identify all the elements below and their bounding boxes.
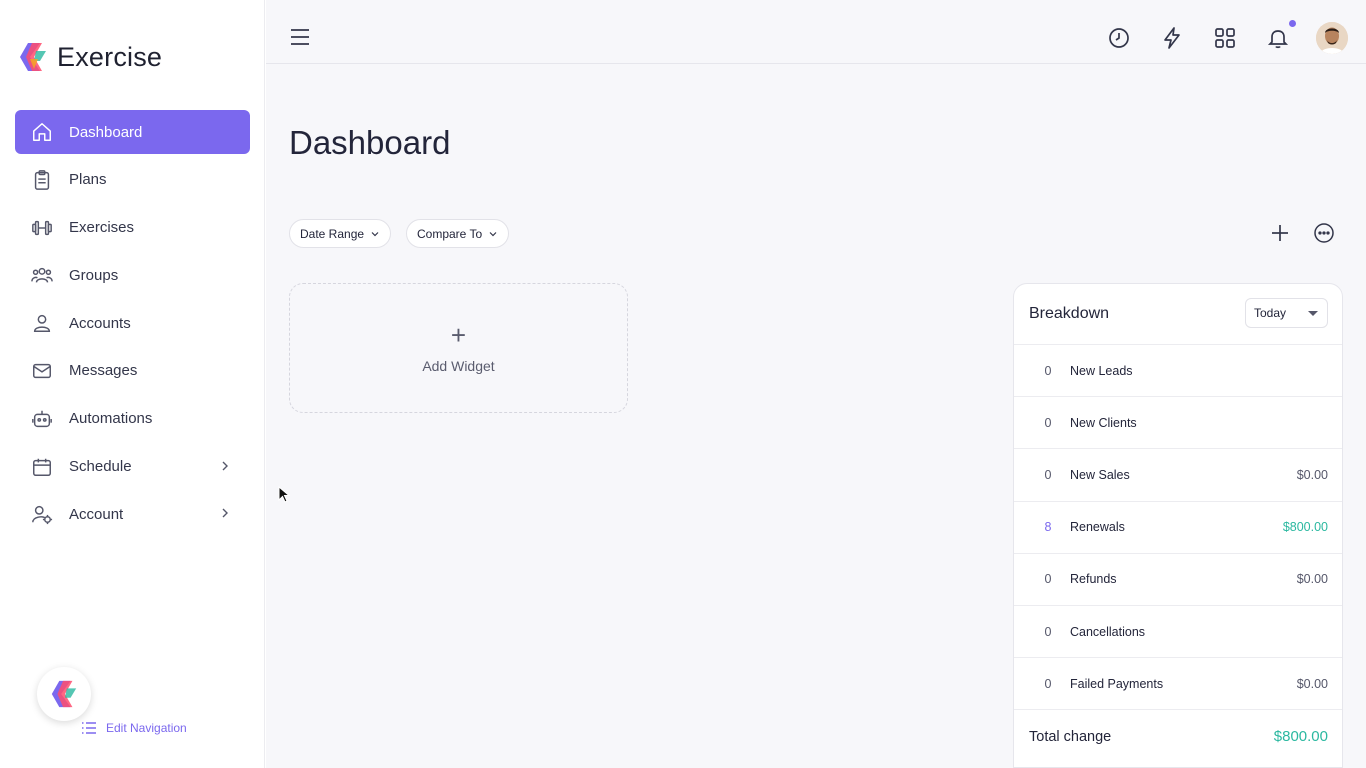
robot-icon — [30, 407, 54, 431]
calendar-icon — [30, 455, 54, 479]
clipboard-icon — [30, 168, 54, 192]
row-count: 0 — [1044, 676, 1052, 691]
sidebar-item-account[interactable]: Account — [15, 492, 250, 536]
list-icon — [82, 722, 96, 734]
brand-name: Exercise — [57, 41, 163, 72]
more-options-icon[interactable] — [1313, 222, 1335, 244]
main-content: Dashboard Date Range Compare To + Add Wi… — [266, 0, 1366, 768]
mail-icon — [30, 359, 54, 383]
mouse-cursor-icon — [278, 486, 290, 503]
compare-to-filter[interactable]: Compare To — [406, 219, 510, 248]
row-label: Cancellations — [1070, 624, 1146, 639]
sidebar-item-label: Schedule — [69, 458, 132, 476]
page-title: Dashboard — [289, 124, 451, 161]
apps-grid-icon[interactable] — [1213, 26, 1237, 50]
avatar[interactable] — [1316, 22, 1348, 54]
brand-logo-icon — [51, 680, 77, 708]
row-count: 0 — [1044, 415, 1052, 430]
lightning-icon[interactable] — [1160, 26, 1184, 50]
breakdown-row-failed-payments[interactable]: 0 Failed Payments $0.00 — [1014, 657, 1342, 709]
period-value: Today — [1254, 306, 1287, 320]
breakdown-row-new-sales[interactable]: 0 New Sales $0.00 — [1014, 448, 1342, 500]
sidebar-item-accounts[interactable]: Accounts — [15, 301, 250, 345]
row-count: 8 — [1044, 520, 1052, 535]
caret-down-icon — [1308, 311, 1318, 316]
row-amount: $0.00 — [1296, 467, 1328, 482]
top-bar — [266, 12, 1366, 64]
sidebar-item-exercises[interactable]: Exercises — [15, 206, 250, 250]
sidebar-item-label: Exercises — [69, 219, 135, 237]
row-count: 0 — [1044, 624, 1052, 639]
sidebar-item-label: Groups — [69, 266, 119, 284]
add-icon[interactable] — [1269, 222, 1291, 244]
sidebar-item-schedule[interactable]: Schedule — [15, 445, 250, 489]
sidebar-item-label: Dashboard — [69, 123, 143, 141]
breakdown-card: Breakdown Today 0 New Leads 0 New Client… — [1013, 283, 1343, 768]
menu-icon[interactable] — [290, 26, 310, 48]
home-icon — [30, 120, 54, 144]
chevron-right-icon — [222, 461, 228, 471]
sidebar-item-messages[interactable]: Messages — [15, 349, 250, 393]
sidebar-item-dashboard[interactable]: Dashboard — [15, 110, 250, 154]
row-label: New Sales — [1070, 467, 1130, 482]
chevron-down-icon — [371, 231, 379, 236]
sidebar-nav: Dashboard Plans Exercises Groups Account… — [15, 110, 250, 540]
sidebar-item-groups[interactable]: Groups — [15, 253, 250, 297]
period-select[interactable]: Today — [1245, 298, 1328, 328]
row-amount: $0.00 — [1296, 676, 1328, 691]
help-launcher-button[interactable] — [37, 667, 91, 721]
user-settings-icon — [30, 502, 54, 526]
sidebar-item-label: Accounts — [69, 314, 131, 332]
date-range-filter[interactable]: Date Range — [289, 219, 392, 248]
breakdown-title: Breakdown — [1029, 305, 1110, 322]
chevron-right-icon — [222, 508, 228, 518]
breakdown-row-new-leads[interactable]: 0 New Leads — [1014, 344, 1342, 396]
users-icon — [30, 263, 54, 287]
row-label: Refunds — [1070, 572, 1117, 587]
history-icon[interactable] — [1107, 26, 1131, 50]
sidebar-item-automations[interactable]: Automations — [15, 397, 250, 441]
dumbbell-icon — [30, 216, 54, 240]
add-widget-label: Add Widget — [422, 358, 495, 374]
row-amount: $0.00 — [1296, 572, 1328, 587]
row-count: 0 — [1044, 467, 1052, 482]
sidebar-item-label: Plans — [69, 171, 107, 189]
sidebar: Exercise Dashboard Plans Exercises Group… — [0, 0, 265, 768]
row-label: New Leads — [1070, 363, 1133, 378]
breakdown-row-renewals[interactable]: 8 Renewals $800.00 — [1014, 500, 1342, 553]
row-label: New Clients — [1070, 415, 1137, 430]
notification-badge — [1289, 20, 1296, 27]
breakdown-rows: 0 New Leads 0 New Clients 0 New Sales $0… — [1014, 344, 1342, 709]
plus-icon: + — [450, 320, 467, 350]
breakdown-row-refunds[interactable]: 0 Refunds $0.00 — [1014, 552, 1342, 605]
user-icon — [30, 311, 54, 335]
breakdown-row-cancellations[interactable]: 0 Cancellations — [1014, 604, 1342, 657]
sidebar-item-label: Automations — [69, 410, 153, 428]
row-amount: $800.00 — [1282, 520, 1328, 535]
edit-navigation-label: Edit Navigation — [106, 721, 187, 735]
sidebar-item-label: Account — [69, 505, 124, 523]
sidebar-item-label: Messages — [69, 362, 138, 380]
brand[interactable]: Exercise — [18, 40, 162, 74]
total-label: Total change — [1029, 729, 1112, 745]
bell-icon[interactable] — [1266, 26, 1290, 50]
row-count: 0 — [1044, 363, 1052, 378]
row-label: Renewals — [1070, 520, 1125, 535]
row-count: 0 — [1044, 572, 1052, 587]
date-range-label: Date Range — [300, 226, 365, 241]
brand-logo-icon — [20, 43, 46, 71]
edit-navigation-link[interactable]: Edit Navigation — [80, 719, 187, 737]
chevron-down-icon — [489, 231, 497, 236]
add-widget-button[interactable]: + Add Widget — [289, 283, 628, 413]
breakdown-row-new-clients[interactable]: 0 New Clients — [1014, 396, 1342, 448]
breakdown-total: Total change $800.00 — [1014, 709, 1342, 764]
row-label: Failed Payments — [1070, 676, 1164, 691]
compare-to-label: Compare To — [417, 226, 483, 241]
total-amount: $800.00 — [1273, 728, 1328, 745]
sidebar-item-plans[interactable]: Plans — [15, 158, 250, 202]
